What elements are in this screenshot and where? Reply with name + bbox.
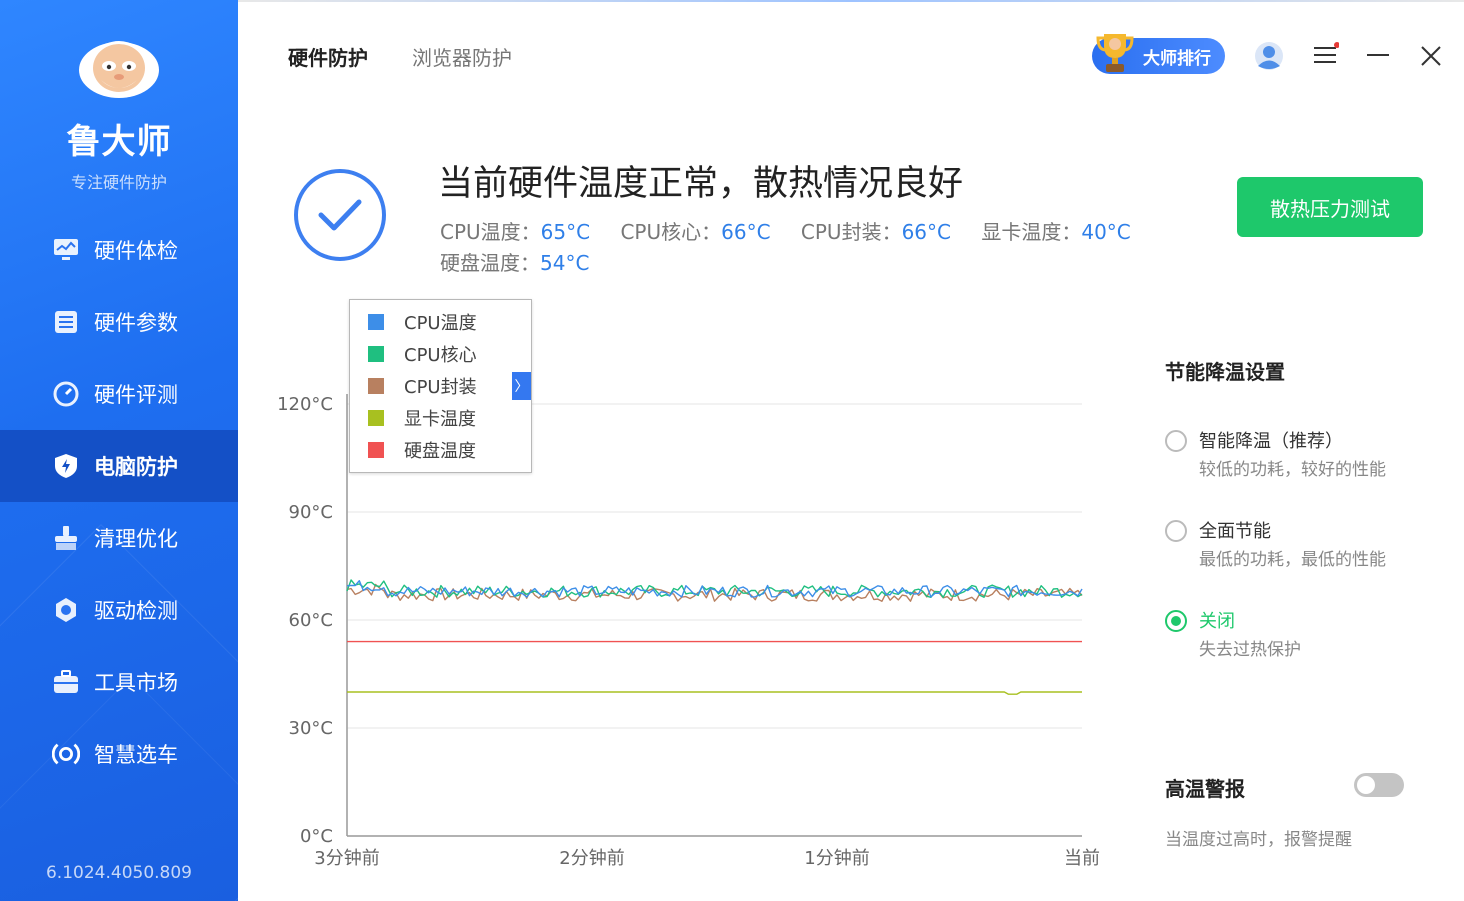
option-desc: 最低的功耗，最低的性能	[1199, 550, 1386, 570]
brand-name: 鲁大师	[66, 122, 172, 162]
temp-cpu-package: CPU封装：66°C	[800, 220, 951, 244]
option-title: 关闭	[1199, 611, 1235, 632]
sidebar-item-label: 硬件参数	[94, 311, 178, 335]
legend-item-cpu[interactable]: CPU温度	[350, 306, 531, 338]
mascot-logo-icon	[79, 41, 159, 98]
temp-disk: 硬盘温度：54°C	[440, 251, 590, 275]
temp-cpu: CPU温度：65°C	[440, 220, 591, 244]
sidebar: 鲁大师 专注硬件防护 硬件体检 硬件参数 硬件评测 电脑防护 清理优化 驱动检测…	[0, 0, 238, 901]
sidebar-item-hardware-params[interactable]: 硬件参数	[0, 286, 238, 358]
sidebar-item-driver-check[interactable]: 驱动检测	[0, 574, 238, 646]
app-version: 6.1024.4050.809	[45, 863, 192, 883]
sidebar-item-label: 工具市场	[94, 671, 178, 695]
temperature-readouts: CPU温度：65°C CPU核心：66°C CPU封装：66°C 显卡温度：40…	[440, 217, 1160, 279]
sidebar-item-hardware-check[interactable]: 硬件体检	[0, 214, 238, 286]
sidebar-item-smart-car[interactable]: 智慧选车	[0, 718, 238, 790]
legend-swatch	[368, 378, 384, 394]
radio-smart-cooling[interactable]	[1165, 430, 1187, 452]
radio-full-saving[interactable]	[1165, 520, 1187, 542]
legend-swatch	[368, 442, 384, 458]
series-line-2	[346, 579, 1083, 598]
shield-icon	[52, 452, 80, 480]
ranking-label: 大师排行	[1143, 48, 1211, 69]
series-line-4	[347, 691, 1082, 695]
legend-item-disk[interactable]: 硬盘温度	[350, 434, 531, 466]
option-title: 智能降温（推荐）	[1199, 431, 1343, 452]
list-icon	[52, 308, 80, 336]
sidebar-item-cleanup[interactable]: 清理优化	[0, 502, 238, 574]
x-tick-label: 3分钟前	[314, 848, 379, 869]
temp-gpu: 显卡温度：40°C	[981, 220, 1131, 244]
stress-test-button[interactable]: 散热压力测试	[1237, 177, 1423, 237]
option-title: 全面节能	[1199, 521, 1271, 542]
sidebar-item-tool-market[interactable]: 工具市场	[0, 646, 238, 718]
temp-cpu-core: CPU核心：66°C	[620, 220, 771, 244]
brand-slogan: 专注硬件防护	[70, 173, 167, 192]
x-tick-label: 1分钟前	[804, 848, 869, 869]
monitor-icon	[52, 236, 80, 264]
sidebar-item-label: 硬件评测	[94, 383, 178, 407]
legend-swatch	[368, 410, 384, 426]
toolbox-icon	[52, 668, 80, 696]
close-icon[interactable]	[1420, 45, 1442, 67]
legend-item-gpu[interactable]: 显卡温度	[350, 402, 531, 434]
high-temp-alert-title: 高温警报	[1165, 777, 1245, 801]
y-tick-label: 30°C	[289, 718, 333, 739]
y-tick-label: 0°C	[300, 826, 333, 847]
legend-item-cpu-core[interactable]: CPU核心	[350, 338, 531, 370]
ranking-button[interactable]: 大师排行	[1092, 34, 1225, 74]
chart-legend: CPU温度 CPU核心 CPU封装 显卡温度 硬盘温度	[349, 299, 532, 473]
legend-collapse-button[interactable]: 〉	[512, 372, 531, 400]
tab-hardware-protection[interactable]: 硬件防护	[288, 42, 368, 71]
y-tick-label: 120°C	[277, 394, 333, 415]
energy-settings-title: 节能降温设置	[1165, 360, 1285, 384]
sidebar-item-label: 电脑防护	[94, 455, 178, 479]
high-temp-alert-toggle[interactable]	[1354, 773, 1404, 797]
legend-swatch	[368, 346, 384, 362]
legend-item-cpu-package[interactable]: CPU封装	[350, 370, 531, 402]
top-accent-line	[238, 0, 1464, 2]
status-title: 当前硬件温度正常，散热情况良好	[438, 164, 964, 204]
header-tabs: 硬件防护 浏览器防护	[288, 42, 512, 71]
menu-icon[interactable]	[1313, 42, 1339, 68]
sidebar-item-label: 硬件体检	[94, 239, 178, 263]
y-tick-label: 60°C	[289, 610, 333, 631]
trophy-icon	[1096, 34, 1134, 72]
broom-icon	[52, 524, 80, 552]
status-check-icon	[294, 169, 386, 261]
y-tick-label: 90°C	[289, 502, 333, 523]
tab-browser-protection[interactable]: 浏览器防护	[412, 42, 512, 71]
gear-icon	[52, 596, 80, 624]
sidebar-nav: 硬件体检 硬件参数 硬件评测 电脑防护 清理优化 驱动检测 工具市场 智慧选车	[0, 214, 238, 790]
option-desc: 失去过热保护	[1199, 640, 1301, 660]
gauge-icon	[52, 380, 80, 408]
minimize-icon[interactable]	[1367, 54, 1389, 56]
high-temp-alert-desc: 当温度过高时，报警提醒	[1165, 830, 1352, 850]
option-desc: 较低的功耗，较好的性能	[1199, 460, 1386, 480]
sidebar-item-label: 驱动检测	[94, 599, 178, 623]
sidebar-item-label: 智慧选车	[94, 743, 178, 767]
logo-area: 鲁大师 专注硬件防护	[0, 30, 238, 193]
x-tick-label: 当前	[1064, 848, 1100, 869]
sidebar-item-label: 清理优化	[94, 527, 178, 551]
sidebar-item-benchmark[interactable]: 硬件评测	[0, 358, 238, 430]
sidebar-item-pc-protection[interactable]: 电脑防护	[0, 430, 238, 502]
radio-off[interactable]	[1165, 610, 1187, 632]
legend-swatch	[368, 314, 384, 330]
user-avatar-icon[interactable]	[1254, 41, 1284, 71]
x-tick-label: 2分钟前	[559, 848, 624, 869]
car-icon	[52, 740, 80, 768]
